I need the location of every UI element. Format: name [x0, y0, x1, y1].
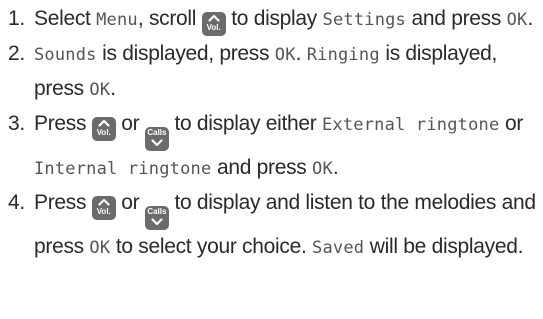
- step-1: 1. Select Menu, scroll Vol. to display S…: [4, 2, 537, 37]
- step-text: is displayed, press: [102, 42, 270, 65]
- step-text: and press: [216, 156, 307, 179]
- display-text-saved: Saved: [312, 238, 365, 258]
- display-text-external-ringtone: External ringtone: [321, 115, 500, 135]
- vol-up-key-icon: Vol.: [91, 117, 116, 141]
- step-3: 3. Press Vol. or Calls to display either…: [4, 107, 537, 186]
- display-text-sounds: Sounds: [34, 45, 97, 65]
- key-label: Calls: [147, 128, 167, 137]
- chevron-down-icon: [151, 218, 163, 226]
- chevron-up-icon: [98, 119, 110, 127]
- step-number: 1.: [8, 7, 25, 30]
- step-number: 2.: [8, 42, 25, 65]
- display-text-settings: Settings: [322, 10, 406, 30]
- key-label: Vol.: [96, 207, 111, 216]
- display-text-ringing: Ringing: [306, 45, 380, 65]
- step-text: Select: [34, 7, 91, 30]
- step-text: .: [110, 77, 116, 100]
- display-text-internal-ringtone: Internal ringtone: [34, 159, 212, 179]
- step-2: 2. Sounds is displayed, press OK. Ringin…: [4, 37, 537, 107]
- step-text: Press: [34, 191, 87, 214]
- step-text: .: [295, 42, 302, 65]
- vol-up-key-icon: Vol.: [91, 196, 116, 220]
- step-text: Press: [34, 112, 87, 135]
- calls-down-key-icon: Calls: [144, 127, 169, 151]
- instruction-steps: 1. Select Menu, scroll Vol. to display S…: [4, 2, 537, 265]
- chevron-down-icon: [151, 139, 163, 147]
- key-label: Vol.: [206, 23, 221, 32]
- step-text: .: [332, 156, 339, 179]
- step-text: will be displayed.: [369, 235, 524, 258]
- display-text-ok: OK: [89, 80, 111, 100]
- step-text: .: [527, 7, 534, 30]
- step-number: 4.: [8, 191, 25, 214]
- step-text: or: [504, 112, 524, 135]
- step-4: 4. Press Vol. or Calls to display and li…: [4, 186, 537, 265]
- display-text-ok: OK: [274, 45, 296, 65]
- instructions-page: 1. Select Menu, scroll Vol. to display S…: [0, 0, 543, 319]
- display-text-menu: Menu: [96, 10, 138, 30]
- step-text: , scroll: [137, 7, 197, 30]
- step-text: to display either: [174, 112, 317, 135]
- vol-up-key-icon: Vol.: [201, 12, 226, 36]
- step-number: 3.: [8, 112, 25, 135]
- key-label: Vol.: [96, 128, 111, 137]
- display-text-ok: OK: [89, 238, 111, 258]
- chevron-up-icon: [208, 14, 220, 22]
- key-label: Calls: [147, 207, 167, 216]
- step-text: to display: [231, 7, 317, 30]
- step-text: or: [121, 112, 140, 135]
- step-text: to select your choice.: [115, 235, 307, 258]
- display-text-ok: OK: [506, 10, 528, 30]
- display-text-ok: OK: [312, 159, 333, 179]
- step-text: or: [121, 191, 140, 214]
- chevron-up-icon: [98, 198, 110, 206]
- step-text: and press: [411, 7, 502, 30]
- calls-down-key-icon: Calls: [144, 206, 169, 230]
